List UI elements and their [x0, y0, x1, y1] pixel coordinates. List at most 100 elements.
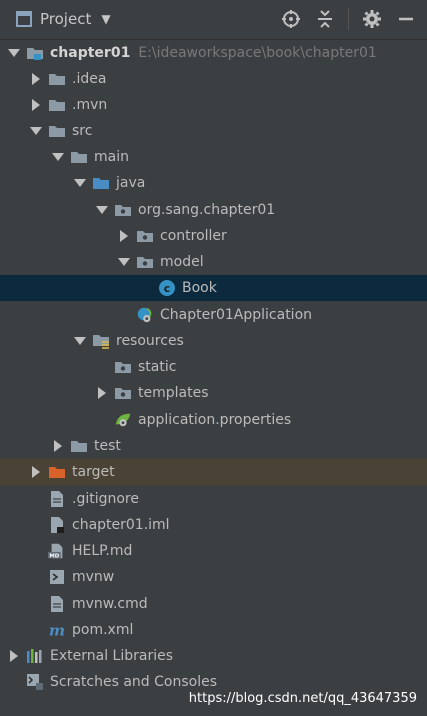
expand-arrow-down-icon[interactable] [74, 335, 86, 347]
project-view-icon [16, 11, 32, 27]
tree-row[interactable]: Chapter01Application [0, 302, 427, 328]
tree-item-label: main [94, 149, 129, 165]
tree-row[interactable]: target [0, 459, 427, 485]
tree-row[interactable]: mvnw [0, 564, 427, 590]
expand-arrow-right-icon[interactable] [96, 387, 108, 399]
tree-row[interactable]: c Book [0, 275, 427, 301]
tree-item-label: test [94, 438, 121, 454]
tree-row[interactable]: main [0, 144, 427, 170]
expand-arrow-right-icon[interactable] [30, 73, 42, 85]
tree-item-label: HELP.md [72, 543, 133, 559]
expand-arrow-right-icon[interactable] [118, 230, 130, 242]
tree-item-label: pom.xml [72, 622, 134, 638]
spring-boot-class-icon [136, 307, 154, 323]
tree-item-label: Book [182, 280, 217, 296]
toolbar-separator [348, 8, 349, 30]
tree-item-label: Chapter01Application [160, 307, 313, 323]
expand-arrow-right-icon[interactable] [30, 466, 42, 478]
folder-icon [70, 149, 88, 165]
package-icon [114, 385, 132, 401]
package-icon [136, 228, 154, 244]
tree-item-label: chapter01 [50, 45, 131, 61]
tree-item-label: controller [160, 228, 227, 244]
tree-item-label: .idea [72, 71, 107, 87]
expand-arrow-down-icon[interactable] [30, 125, 42, 137]
folder-icon [48, 71, 66, 87]
tree-row[interactable]: External Libraries [0, 643, 427, 669]
locate-icon[interactable] [280, 8, 302, 30]
iml-file-icon [48, 517, 66, 533]
tree-row[interactable]: src [0, 118, 427, 144]
module-path: E:\ideaworkspace\book\chapter01 [138, 45, 377, 61]
tree-row[interactable]: test [0, 433, 427, 459]
view-selector[interactable]: Project ▼ [16, 10, 111, 28]
tree-row[interactable]: chapter01.iml [0, 512, 427, 538]
tree-item-label: src [72, 123, 93, 139]
tree-item-label: resources [116, 333, 184, 349]
expand-arrow-right-icon[interactable] [8, 650, 20, 662]
libraries-icon [26, 648, 44, 664]
tree-item-label: model [160, 254, 204, 270]
folder-icon [48, 123, 66, 139]
tree-item-label: Scratches and Consoles [50, 674, 217, 690]
collapse-all-icon[interactable] [314, 8, 336, 30]
tree-item-label: target [72, 464, 115, 480]
tree-item-label: mvnw.cmd [72, 596, 148, 612]
tree-item-label: mvnw [72, 569, 115, 585]
text-file-icon [48, 491, 66, 507]
excluded-folder-icon [48, 464, 66, 480]
expand-arrow-down-icon[interactable] [8, 47, 20, 59]
expand-arrow-down-icon[interactable] [96, 204, 108, 216]
folder-icon [48, 97, 66, 113]
tree-item-label: .mvn [72, 97, 108, 113]
tree-row[interactable]: chapter01 E:\ideaworkspace\book\chapter01 [0, 40, 427, 66]
folder-icon [70, 438, 88, 454]
tree-row[interactable]: controller [0, 223, 427, 249]
markdown-file-icon: MD [48, 543, 66, 559]
java-class-icon: c [158, 280, 176, 296]
tree-row[interactable]: application.properties [0, 407, 427, 433]
maven-pom-icon: m [48, 621, 66, 639]
tree-row[interactable]: .idea [0, 66, 427, 92]
settings-gear-icon[interactable] [361, 8, 383, 30]
tree-item-label: static [138, 359, 177, 375]
spring-properties-icon [114, 412, 132, 428]
svg-text:c: c [164, 282, 171, 295]
svg-text:MD: MD [49, 553, 59, 559]
tree-row[interactable]: resources [0, 328, 427, 354]
expand-arrow-down-icon[interactable] [74, 177, 86, 189]
tree-row[interactable]: .gitignore [0, 486, 427, 512]
tree-row[interactable]: m pom.xml [0, 617, 427, 643]
tree-row[interactable]: mvnw.cmd [0, 591, 427, 617]
tree-row[interactable]: model [0, 249, 427, 275]
tree-row[interactable]: .mvn [0, 92, 427, 118]
chevron-down-icon: ▼ [101, 12, 111, 26]
hide-minus-icon[interactable] [395, 8, 417, 30]
expand-arrow-right-icon[interactable] [52, 440, 64, 452]
tree-row[interactable]: org.sang.chapter01 [0, 197, 427, 223]
tree-row[interactable]: static [0, 354, 427, 380]
tree-item-label: org.sang.chapter01 [138, 202, 276, 218]
module-folder-icon [26, 45, 44, 61]
expand-arrow-right-icon[interactable] [30, 99, 42, 111]
project-toolwindow-header: Project ▼ [0, 0, 427, 40]
tree-row[interactable]: MD HELP.md [0, 538, 427, 564]
tree-item-label: application.properties [138, 412, 292, 428]
tree-row[interactable]: templates [0, 380, 427, 406]
tree-item-label: chapter01.iml [72, 517, 170, 533]
text-file-icon [48, 596, 66, 612]
expand-arrow-down-icon[interactable] [52, 151, 64, 163]
expand-arrow-down-icon[interactable] [118, 256, 130, 268]
tree-row[interactable]: java [0, 170, 427, 196]
